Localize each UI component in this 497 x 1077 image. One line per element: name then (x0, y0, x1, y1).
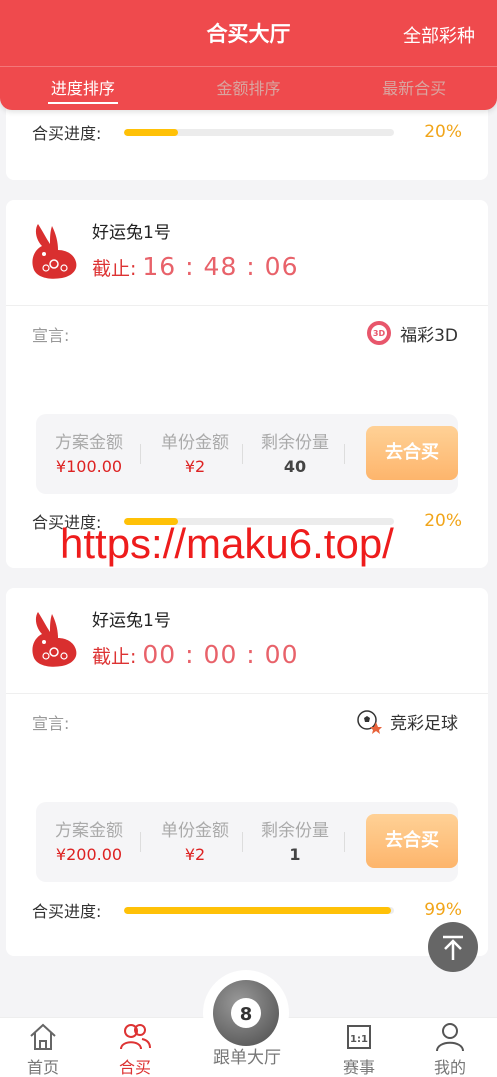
fucai-3d-icon: 3D (367, 321, 392, 345)
declaration-label: 宣言: (32, 326, 70, 345)
stat-total: 方案金额 ¥100.00 (44, 428, 134, 476)
user-icon (436, 1023, 464, 1052)
divider (6, 305, 488, 306)
stat-separator (242, 832, 243, 852)
join-buy-button[interactable]: 去合买 (366, 814, 458, 868)
stat-remaining-value: 1 (289, 845, 301, 864)
nav-group-buy[interactable]: 合买 (95, 1018, 175, 1077)
all-lotteries-link[interactable]: 全部彩种 (403, 22, 475, 48)
progress-label: 合买进度: (32, 902, 102, 921)
deadline: 截止: 16 : 48 : 06 (92, 252, 298, 281)
scoreboard-icon: 1:1 (347, 1025, 371, 1049)
stat-separator (140, 832, 141, 852)
plan-stats: 方案金额 ¥200.00 单份金额 ¥2 剩余份量 1 去合买 (36, 802, 458, 882)
eight-ball-icon: 8 (213, 980, 279, 1046)
stat-remaining: 剩余份量 1 (250, 816, 340, 864)
stat-unit-value: ¥2 (184, 457, 206, 476)
lottery-name: 竞彩足球 (390, 713, 458, 734)
stat-separator (344, 832, 345, 852)
progress-fill (124, 906, 392, 914)
plan-name: 好运兔1号 (92, 611, 171, 631)
rabbit-avatar-icon (32, 612, 77, 667)
deadline: 截止: 00 : 00 : 00 (92, 640, 298, 669)
nav-mine-label: 我的 (433, 1058, 466, 1077)
deadline-countdown: 00 : 00 : 00 (142, 640, 299, 669)
stat-unit: 单份金额 ¥2 (150, 816, 240, 864)
watermark-url: https://maku6.top/ (60, 520, 394, 567)
progress-row: 合买进度: 20% (32, 120, 462, 144)
progress-percent: 99% (424, 900, 462, 920)
stat-separator (344, 444, 345, 464)
nav-matches-label: 赛事 (342, 1058, 375, 1077)
arrow-up-icon (443, 935, 463, 960)
lottery-name: 福彩3D (400, 325, 458, 346)
stat-remaining-label: 剩余份量 (261, 821, 329, 841)
divider (6, 693, 488, 694)
stat-separator (242, 444, 243, 464)
stat-total-label: 方案金额 (55, 821, 123, 841)
tab-amount-sort[interactable]: 金额排序 (166, 67, 332, 110)
stat-total: 方案金额 ¥200.00 (44, 816, 134, 864)
header: 合买大厅 全部彩种 进度排序 金额排序 最新合买 (0, 0, 497, 110)
nav-matches[interactable]: 1:1 赛事 (319, 1018, 399, 1077)
plan-stats: 方案金额 ¥100.00 单份金额 ¥2 剩余份量 40 去合买 (36, 414, 458, 494)
deadline-label: 截止: (92, 258, 137, 280)
stat-separator (140, 444, 141, 464)
stat-remaining-value: 40 (283, 457, 307, 476)
group-users-icon (120, 1024, 151, 1050)
progress-row: 合买进度: 99% (32, 898, 462, 922)
stat-unit: 单份金额 ¥2 (150, 428, 240, 476)
plan-card[interactable]: 合买进度: 20% (6, 100, 488, 180)
sort-tabs: 进度排序 金额排序 最新合买 (0, 66, 497, 110)
home-icon (30, 1023, 56, 1050)
lottery-type: 3D 福彩3D (366, 320, 458, 346)
join-buy-button[interactable]: 去合买 (366, 426, 458, 480)
nav-follow-label: 跟单大厅 (213, 1048, 281, 1068)
deadline-label: 截止: (92, 646, 137, 668)
declaration-label: 宣言: (32, 714, 70, 733)
plan-card[interactable]: 好运兔1号 截止: 00 : 00 : 00 宣言: 竞彩足球 方案金额 ¥20… (6, 588, 488, 956)
svg-text:3D: 3D (373, 329, 386, 338)
nav-mine[interactable]: 我的 (410, 1018, 490, 1077)
stat-unit-label: 单份金额 (161, 821, 229, 841)
stat-remaining: 剩余份量 40 (250, 428, 340, 476)
stat-total-label: 方案金额 (55, 433, 123, 453)
plan-name: 好运兔1号 (92, 223, 171, 243)
stat-total-value: ¥200.00 (55, 845, 123, 864)
tab-progress-sort[interactable]: 进度排序 (0, 67, 166, 110)
back-to-top-button[interactable] (428, 922, 478, 972)
stat-remaining-label: 剩余份量 (261, 433, 329, 453)
stat-unit-value: ¥2 (184, 845, 206, 864)
progress-percent: 20% (424, 122, 462, 142)
svg-text:8: 8 (240, 1004, 253, 1025)
nav-home-label: 首页 (26, 1058, 59, 1077)
progress-fill (124, 128, 178, 136)
progress-track (124, 906, 394, 914)
plan-card[interactable]: 好运兔1号 截止: 16 : 48 : 06 宣言: 3D 福彩3D 方案金额 … (6, 200, 488, 568)
progress-label: 合买进度: (32, 124, 102, 143)
stat-total-value: ¥100.00 (55, 457, 123, 476)
progress-percent: 20% (424, 511, 462, 531)
stat-unit-label: 单份金额 (161, 433, 229, 453)
nav-home[interactable]: 首页 (3, 1018, 83, 1077)
svg-text:1:1: 1:1 (350, 1034, 368, 1045)
tab-latest[interactable]: 最新合买 (331, 67, 497, 110)
nav-group-buy-label: 合买 (118, 1058, 151, 1077)
progress-track (124, 128, 394, 136)
football-icon (357, 710, 382, 734)
rabbit-avatar-icon (32, 224, 77, 279)
lottery-type: 竞彩足球 (356, 708, 458, 734)
deadline-countdown: 16 : 48 : 06 (142, 252, 299, 281)
